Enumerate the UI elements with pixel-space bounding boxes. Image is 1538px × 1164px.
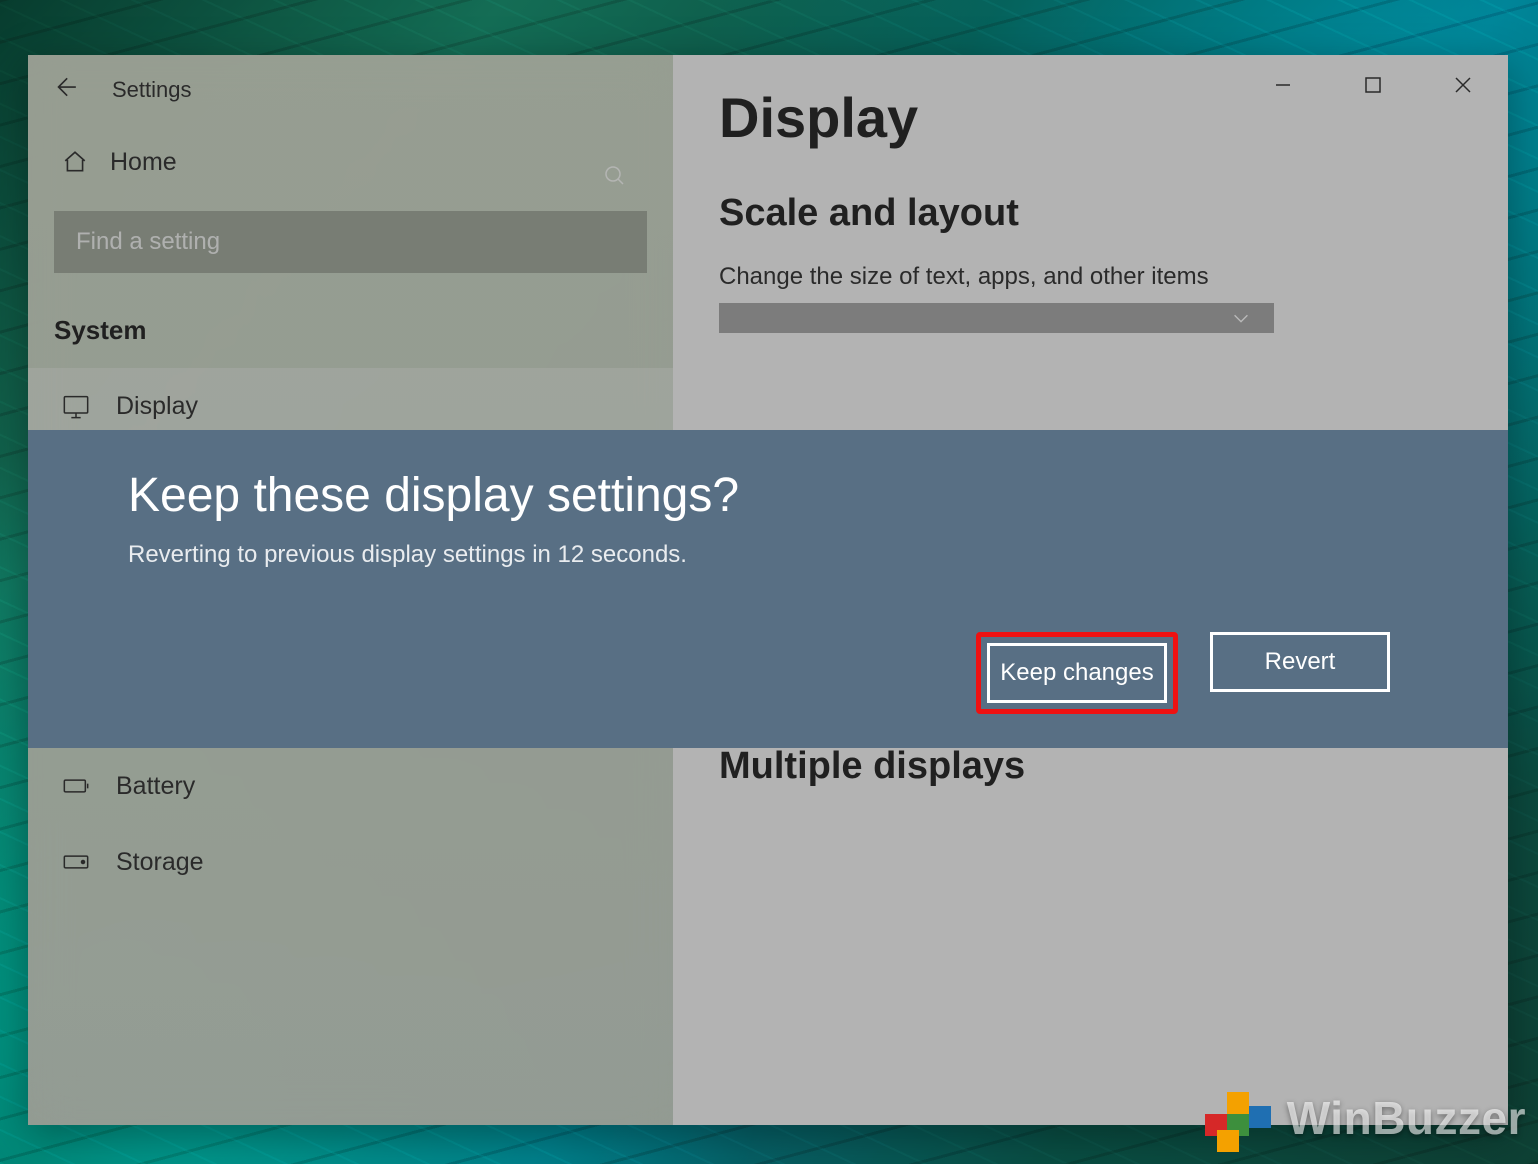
battery-icon [62,772,90,800]
dialog-message: Reverting to previous display settings i… [128,541,1408,569]
dialog-buttons: Keep changes Revert [128,632,1408,714]
sidebar-item-storage[interactable]: Storage [28,824,673,900]
scale-label: Change the size of text, apps, and other… [719,263,1462,291]
titlebar: Settings [28,55,673,125]
highlight-ring: Keep changes [976,632,1178,714]
storage-icon [62,848,90,876]
back-arrow-icon[interactable] [52,74,78,106]
section-heading-scale: Scale and layout [719,192,1462,235]
search-icon [603,164,627,188]
sidebar-item-home[interactable]: Home [28,125,673,199]
sidebar-item-label: Display [116,392,198,421]
close-button[interactable] [1418,55,1508,115]
minimize-button[interactable] [1238,55,1328,115]
sidebar-item-label: Storage [116,848,204,877]
window-controls [1238,55,1508,115]
window-title: Settings [112,77,192,103]
chevron-down-icon [1230,307,1252,329]
search-container [28,199,673,283]
keep-changes-button[interactable]: Keep changes [987,643,1167,703]
watermark-text: WinBuzzer [1287,1091,1526,1145]
section-heading-multiple: Multiple displays [719,745,1462,788]
sidebar-item-label: Battery [116,772,195,801]
home-icon [62,149,88,175]
sidebar-category: System [28,283,673,368]
search-input[interactable] [54,211,647,273]
revert-button[interactable]: Revert [1210,632,1390,692]
sidebar-item-battery[interactable]: Battery [28,748,673,824]
keep-changes-label: Keep changes [1000,659,1153,687]
watermark: WinBuzzer [1199,1086,1526,1150]
watermark-logo-icon [1199,1086,1273,1150]
home-label: Home [110,148,177,177]
scale-dropdown[interactable] [719,303,1274,333]
maximize-button[interactable] [1328,55,1418,115]
dialog-title: Keep these display settings? [128,468,1408,523]
revert-label: Revert [1265,648,1336,676]
keep-display-settings-dialog: Keep these display settings? Reverting t… [28,430,1508,748]
display-icon [62,392,90,420]
